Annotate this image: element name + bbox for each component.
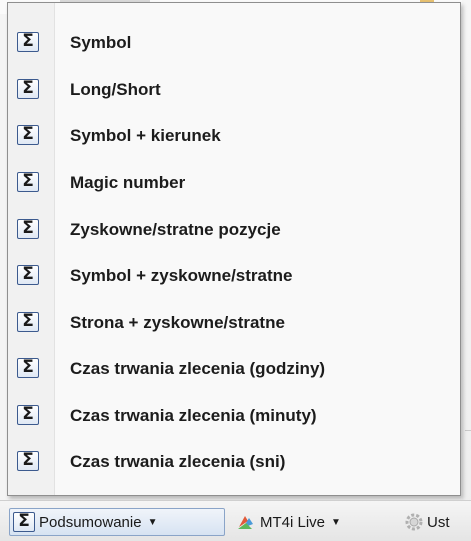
menu-item-symbol-direction[interactable]: Symbol + kierunek xyxy=(8,116,460,156)
gear-icon xyxy=(404,512,424,532)
menu-item-side-profit-loss[interactable]: Strona + zyskowne/stratne xyxy=(8,303,460,343)
sigma-icon xyxy=(17,357,39,378)
menu-item-duration-sni[interactable]: Czas trwania zlecenia (sni) xyxy=(8,442,460,482)
menu-item-duration-hours[interactable]: Czas trwania zlecenia (godziny) xyxy=(8,349,460,389)
menu-item-label: Strona + zyskowne/stratne xyxy=(70,313,285,332)
menu-item-long-short[interactable]: Long/Short xyxy=(8,70,460,110)
mt4i-logo-icon xyxy=(236,512,256,532)
menu-item-profit-loss-positions[interactable]: Zyskowne/stratne pozycje xyxy=(8,210,460,250)
sigma-icon xyxy=(13,511,35,532)
account-button-label: MT4i Live xyxy=(260,513,326,531)
menu-item-label: Czas trwania zlecenia (sni) xyxy=(70,452,286,471)
menu-item-label: Symbol + zyskowne/stratne xyxy=(70,266,293,285)
sigma-icon xyxy=(17,404,39,425)
sigma-icon xyxy=(17,311,39,332)
summary-dropdown-menu: Symbol Long/Short Symbol + kierunek Magi… xyxy=(7,2,461,496)
settings-button[interactable]: Ust xyxy=(404,508,471,536)
menu-item-magic-number[interactable]: Magic number xyxy=(8,163,460,203)
sigma-icon xyxy=(17,171,39,192)
divider xyxy=(465,430,471,431)
menu-item-label: Symbol xyxy=(70,33,132,52)
menu-item-label: Symbol + kierunek xyxy=(70,126,221,145)
sigma-icon xyxy=(17,31,39,52)
menu-item-label: Long/Short xyxy=(70,80,161,99)
sigma-icon xyxy=(17,264,39,285)
menu-item-label: Zyskowne/stratne pozycje xyxy=(70,220,281,239)
sigma-icon xyxy=(17,78,39,99)
sigma-icon xyxy=(17,218,39,239)
menu-item-symbol-profit-loss[interactable]: Symbol + zyskowne/stratne xyxy=(8,256,460,296)
bottom-toolbar: Podsumowanie ▼ MT4i Live ▼ Ust xyxy=(0,500,471,541)
summary-dropdown-button[interactable]: Podsumowanie ▼ xyxy=(9,508,225,536)
background-panel-edge xyxy=(462,0,471,540)
sigma-icon xyxy=(17,450,39,471)
summary-button-label: Podsumowanie xyxy=(39,513,142,531)
account-dropdown-button[interactable]: MT4i Live ▼ xyxy=(234,508,394,536)
menu-item-duration-minutes[interactable]: Czas trwania zlecenia (minuty) xyxy=(8,396,460,436)
menu-item-label: Magic number xyxy=(70,173,186,192)
menu-item-symbol[interactable]: Symbol xyxy=(8,23,460,63)
chevron-down-icon: ▼ xyxy=(331,516,341,528)
settings-button-label: Ust xyxy=(427,513,450,531)
sigma-icon xyxy=(17,124,39,145)
menu-item-label: Czas trwania zlecenia (minuty) xyxy=(70,406,317,425)
chevron-down-icon: ▼ xyxy=(147,516,158,528)
menu-item-label: Czas trwania zlecenia (godziny) xyxy=(70,359,326,378)
